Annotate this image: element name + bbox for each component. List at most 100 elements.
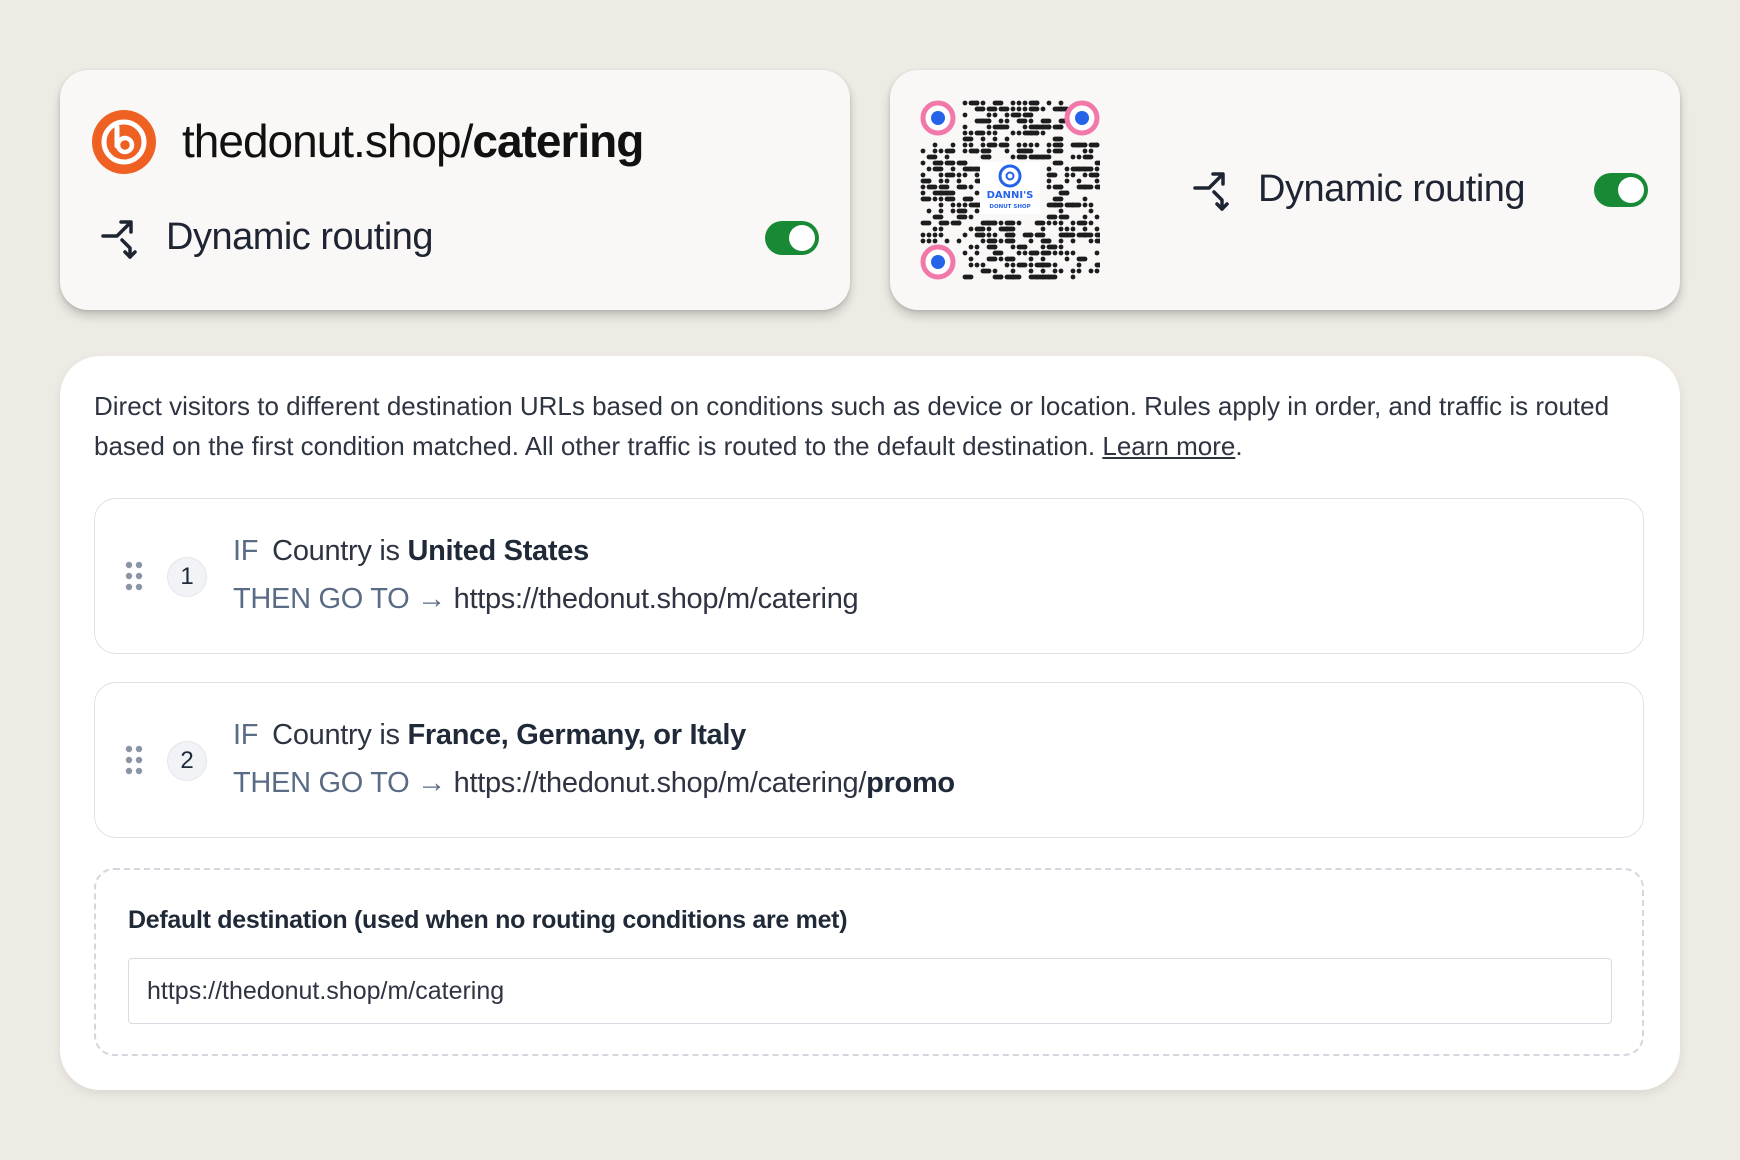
qr-module	[932, 166, 944, 172]
qr-module	[998, 220, 1004, 226]
qr-module	[1070, 268, 1076, 274]
qr-module	[968, 196, 974, 202]
qr-module	[980, 100, 986, 106]
qr-module	[938, 202, 944, 208]
routing-icon	[101, 220, 137, 259]
qr-module	[1058, 250, 1064, 256]
qr-module	[998, 274, 1004, 280]
qr-module	[974, 262, 980, 268]
if-keyword: IF	[233, 719, 259, 751]
qr-module	[1070, 226, 1076, 232]
qr-module	[980, 136, 986, 142]
qr-module	[1028, 262, 1034, 268]
if-keyword: IF	[233, 535, 259, 567]
qr-module	[1040, 268, 1046, 274]
qr-module	[1010, 112, 1022, 118]
qr-module	[1076, 220, 1088, 226]
qr-module	[1070, 238, 1076, 244]
qr-module	[1016, 262, 1028, 268]
qr-module	[1058, 244, 1064, 250]
rule-number-badge: 2	[167, 741, 207, 781]
dynamic-routing-row: Dynamic routing	[100, 214, 434, 260]
qr-module	[986, 142, 998, 148]
qr-module	[986, 130, 992, 136]
qr-module	[926, 232, 932, 238]
qr-module	[1004, 226, 1016, 232]
qr-module	[974, 250, 980, 256]
qr-module	[1052, 196, 1064, 202]
drag-handle-icon[interactable]	[125, 745, 143, 775]
qr-module	[1076, 262, 1082, 268]
qr-module	[1046, 124, 1052, 130]
then-keyword: THEN GO TO	[233, 583, 410, 615]
qr-module	[1004, 136, 1010, 142]
qr-module	[974, 172, 980, 178]
qr-module	[932, 226, 938, 232]
qr-module	[920, 196, 932, 202]
qr-module	[980, 268, 992, 274]
drag-handle-icon[interactable]	[125, 561, 143, 591]
qr-module	[1040, 256, 1046, 262]
qr-module	[944, 190, 956, 196]
qr-module	[950, 202, 956, 208]
qr-module	[932, 196, 938, 202]
qr-module	[1010, 244, 1016, 250]
qr-module	[1082, 184, 1094, 190]
learn-more-link[interactable]: Learn more	[1102, 431, 1235, 461]
qr-module	[1094, 160, 1100, 166]
dynamic-routing-toggle[interactable]	[765, 221, 819, 255]
qr-module	[986, 112, 992, 118]
condition-text: Country is	[272, 719, 400, 751]
qr-module	[968, 256, 974, 262]
routing-icon	[1193, 172, 1229, 211]
qr-module	[1022, 124, 1028, 130]
qr-module	[962, 148, 968, 154]
qr-module	[932, 142, 938, 148]
qr-module	[1004, 148, 1010, 154]
qr-module	[1022, 244, 1028, 250]
qr-module	[974, 148, 980, 154]
qr-module	[1082, 232, 1094, 238]
qr-module	[992, 250, 1004, 256]
qr-module	[1070, 154, 1076, 160]
qr-module	[932, 214, 944, 220]
qr-module	[956, 214, 968, 220]
arrow-right-icon: →	[417, 767, 446, 799]
qr-module	[1004, 112, 1010, 118]
qr-module	[974, 100, 980, 106]
qr-module	[962, 136, 974, 142]
qr-code-card: DANNI'S DONUT SHOP Dynamic routing	[890, 70, 1680, 310]
rule-condition: IF Country is France, Germany, or Italy	[233, 719, 746, 752]
qr-module	[1046, 166, 1052, 172]
short-link-title[interactable]: thedonut.shop/catering	[182, 114, 644, 168]
qr-module	[986, 154, 992, 160]
condition-text: Country is	[272, 535, 400, 567]
qr-module	[938, 232, 944, 238]
qr-module	[920, 232, 926, 238]
qr-module	[1058, 184, 1064, 190]
qr-module	[1052, 136, 1064, 142]
qr-module	[1046, 142, 1052, 148]
qr-module	[968, 226, 974, 232]
qr-module	[1076, 154, 1082, 160]
qr-module	[1040, 106, 1046, 112]
qr-dynamic-routing-toggle[interactable]	[1594, 173, 1648, 207]
qr-module	[1094, 250, 1100, 256]
qr-module	[1010, 106, 1016, 112]
qr-module	[962, 112, 968, 118]
routing-rule[interactable]: 2 IF Country is France, Germany, or Italy…	[94, 682, 1644, 838]
qr-module	[1058, 208, 1064, 214]
qr-module	[1064, 190, 1070, 196]
qr-module	[1004, 118, 1010, 124]
qr-module	[986, 232, 992, 238]
routing-description: Direct visitors to different destination…	[94, 386, 1634, 466]
default-destination-input[interactable]	[128, 958, 1612, 1024]
rule-destination: THEN GO TO → https://thedonut.shop/m/cat…	[233, 767, 955, 800]
qr-module	[1094, 232, 1100, 238]
qr-module	[1028, 256, 1034, 262]
routing-rule[interactable]: 1 IF Country is United States THEN GO TO …	[94, 498, 1644, 654]
short-link-slug: catering	[472, 115, 644, 167]
qr-module	[938, 196, 944, 202]
qr-module	[1034, 250, 1040, 256]
qr-module	[1076, 178, 1082, 184]
